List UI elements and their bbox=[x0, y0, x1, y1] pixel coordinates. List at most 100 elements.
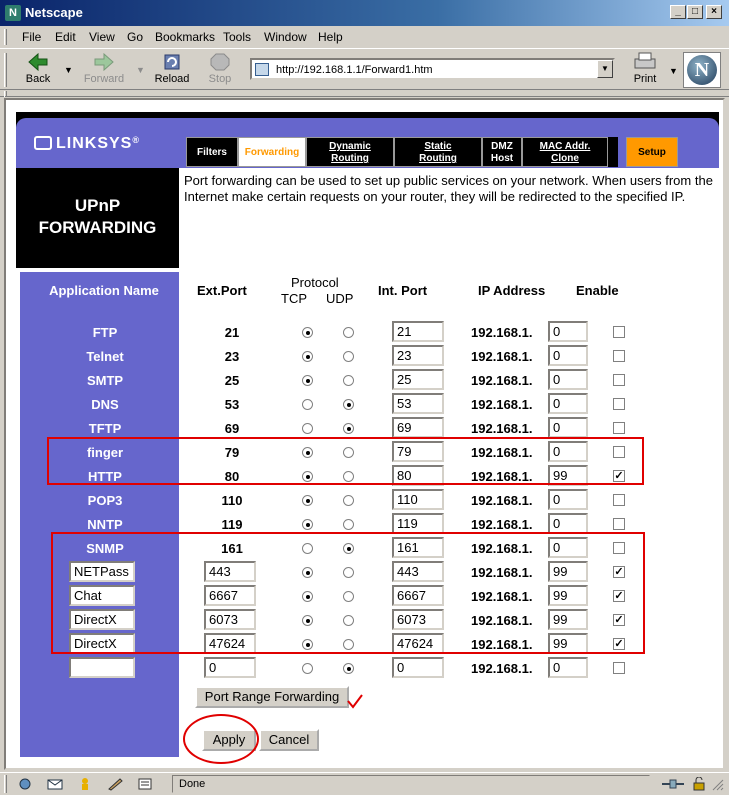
back-button[interactable]: Back bbox=[16, 53, 60, 89]
ip-prefix-label: 192.168.1. bbox=[471, 493, 533, 508]
ip-prefix-label: 192.168.1. bbox=[471, 349, 533, 364]
address-bar[interactable]: http://192.168.1.1/Forward1.htm ▼ bbox=[250, 58, 615, 80]
tcp-radio[interactable] bbox=[302, 399, 313, 410]
menu-edit[interactable]: Edit bbox=[55, 30, 76, 44]
reload-button[interactable]: Reload bbox=[150, 53, 194, 89]
int-port-input[interactable]: 110 bbox=[392, 489, 444, 510]
ext-port-input[interactable]: 0 bbox=[204, 657, 256, 678]
tcp-radio[interactable] bbox=[302, 519, 313, 530]
back-arrow-icon bbox=[28, 53, 48, 71]
netscape-throbber[interactable]: N bbox=[683, 52, 721, 88]
udp-radio[interactable] bbox=[343, 375, 354, 386]
tcp-radio[interactable] bbox=[302, 663, 313, 674]
udp-radio[interactable] bbox=[343, 495, 354, 506]
tab-dmz-host[interactable]: DMZ Host bbox=[482, 137, 522, 167]
menu-view[interactable]: View bbox=[89, 30, 115, 44]
instant-messenger-icon[interactable] bbox=[76, 777, 94, 791]
ext-port-value: 21 bbox=[224, 325, 240, 340]
ip-suffix-input[interactable]: 0 bbox=[548, 513, 588, 534]
tab-filters[interactable]: Filters bbox=[186, 137, 238, 167]
udp-radio[interactable] bbox=[343, 351, 354, 362]
enable-checkbox[interactable] bbox=[613, 350, 625, 362]
tab-dynamic-routing[interactable]: Dynamic Routing bbox=[306, 137, 394, 167]
ip-suffix-input[interactable]: 0 bbox=[548, 369, 588, 390]
mail-icon[interactable] bbox=[46, 777, 64, 791]
int-port-input[interactable]: 25 bbox=[392, 369, 444, 390]
udp-radio[interactable] bbox=[343, 399, 354, 410]
menu-bookmarks[interactable]: Bookmarks bbox=[155, 30, 215, 44]
status-grip[interactable] bbox=[4, 775, 7, 793]
ip-suffix-input[interactable]: 0 bbox=[548, 489, 588, 510]
menu-window[interactable]: Window bbox=[264, 30, 307, 44]
enable-checkbox[interactable] bbox=[613, 662, 625, 674]
int-port-input[interactable]: 23 bbox=[392, 345, 444, 366]
tcp-radio[interactable] bbox=[302, 423, 313, 434]
app-name-input[interactable] bbox=[69, 657, 135, 678]
personal-toolbar-grip[interactable] bbox=[4, 91, 7, 97]
ip-suffix-input[interactable]: 0 bbox=[548, 321, 588, 342]
tab-setup[interactable]: Setup bbox=[626, 137, 678, 167]
ext-port-value: 69 bbox=[224, 421, 240, 436]
udp-radio[interactable] bbox=[343, 327, 354, 338]
ip-prefix-label: 192.168.1. bbox=[471, 397, 533, 412]
int-port-input[interactable]: 69 bbox=[392, 417, 444, 438]
window-title: Netscape bbox=[25, 5, 83, 20]
tab-spacer bbox=[608, 137, 618, 167]
menu-grip[interactable] bbox=[4, 29, 7, 45]
menu-go[interactable]: Go bbox=[127, 30, 143, 44]
tab-mac-addr-clone[interactable]: MAC Addr. Clone bbox=[522, 137, 608, 167]
int-port-input[interactable]: 21 bbox=[392, 321, 444, 342]
enable-checkbox[interactable] bbox=[613, 398, 625, 410]
menu-file[interactable]: File bbox=[22, 30, 41, 44]
maximize-button[interactable]: □ bbox=[687, 5, 703, 19]
enable-checkbox[interactable] bbox=[613, 422, 625, 434]
back-dropdown-icon[interactable]: ▼ bbox=[64, 65, 73, 75]
address-url[interactable]: http://192.168.1.1/Forward1.htm bbox=[276, 64, 433, 76]
close-button[interactable]: × bbox=[706, 5, 722, 19]
menu-tools[interactable]: Tools bbox=[223, 30, 251, 44]
tcp-radio[interactable] bbox=[302, 351, 313, 362]
int-port-input[interactable]: 0 bbox=[392, 657, 444, 678]
print-button[interactable]: Print bbox=[628, 52, 662, 88]
app-name-label: SMTP bbox=[86, 373, 124, 388]
resize-grip-icon[interactable] bbox=[710, 777, 724, 791]
app-name-label: POP3 bbox=[87, 493, 123, 508]
composer-icon[interactable] bbox=[106, 777, 124, 791]
ip-prefix-label: 192.168.1. bbox=[471, 517, 533, 532]
stop-button[interactable]: Stop bbox=[198, 53, 242, 89]
forward-dropdown-icon[interactable]: ▼ bbox=[136, 65, 145, 75]
cancel-button[interactable]: Cancel bbox=[259, 729, 319, 751]
address-dropdown-icon[interactable]: ▼ bbox=[597, 60, 613, 78]
int-port-input[interactable]: 53 bbox=[392, 393, 444, 414]
security-lock-icon[interactable] bbox=[690, 777, 708, 791]
menu-help[interactable]: Help bbox=[318, 30, 343, 44]
port-range-forwarding-button[interactable]: Port Range Forwarding bbox=[195, 686, 349, 708]
tcp-radio[interactable] bbox=[302, 375, 313, 386]
print-dropdown-icon[interactable]: ▼ bbox=[669, 66, 678, 76]
header-protocol: Protocol bbox=[291, 275, 339, 290]
tcp-radio[interactable] bbox=[302, 327, 313, 338]
ip-suffix-input[interactable]: 0 bbox=[548, 345, 588, 366]
address-book-icon[interactable] bbox=[136, 777, 154, 791]
tab-static-routing[interactable]: Static Routing bbox=[394, 137, 482, 167]
enable-checkbox[interactable] bbox=[613, 494, 625, 506]
tcp-radio[interactable] bbox=[302, 495, 313, 506]
enable-checkbox[interactable] bbox=[613, 326, 625, 338]
ext-port-value: 23 bbox=[224, 349, 240, 364]
ip-suffix-input[interactable]: 0 bbox=[548, 393, 588, 414]
ext-port-value: 119 bbox=[221, 517, 243, 532]
navigator-icon[interactable] bbox=[16, 777, 34, 791]
ip-suffix-input[interactable]: 0 bbox=[548, 657, 588, 678]
enable-checkbox[interactable] bbox=[613, 374, 625, 386]
minimize-button[interactable]: _ bbox=[670, 5, 686, 19]
header-enable: Enable bbox=[576, 283, 619, 298]
udp-radio[interactable] bbox=[343, 423, 354, 434]
toolbar-grip[interactable] bbox=[4, 53, 7, 87]
tab-forwarding[interactable]: Forwarding bbox=[238, 137, 306, 167]
enable-checkbox[interactable] bbox=[613, 518, 625, 530]
udp-radio[interactable] bbox=[343, 663, 354, 674]
udp-radio[interactable] bbox=[343, 519, 354, 530]
ip-suffix-input[interactable]: 0 bbox=[548, 417, 588, 438]
int-port-input[interactable]: 119 bbox=[392, 513, 444, 534]
forward-button[interactable]: Forward bbox=[82, 53, 126, 89]
